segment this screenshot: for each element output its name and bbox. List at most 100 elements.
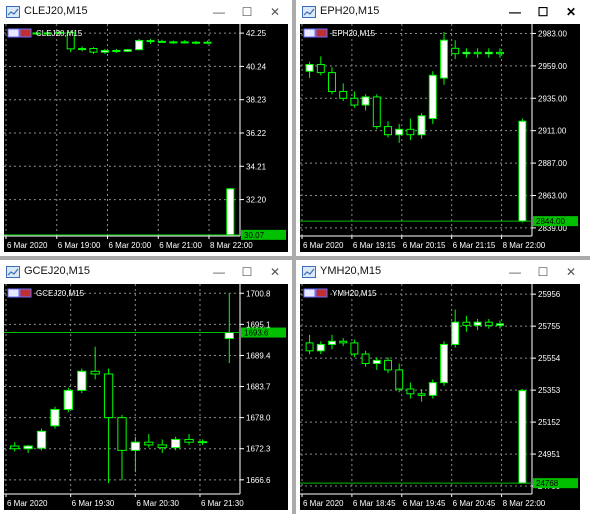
time-tick-label: 6 Mar 2020	[7, 499, 48, 508]
candle-body	[395, 369, 404, 390]
candle-body	[518, 120, 527, 222]
minimize-button[interactable]: —	[504, 3, 526, 21]
candle	[63, 387, 74, 413]
minimize-button[interactable]: —	[208, 263, 230, 281]
candle-body	[473, 321, 482, 326]
candle-body	[50, 408, 60, 427]
window-title: GCEJ20,M15	[24, 265, 91, 277]
maximize-button[interactable]: ☐	[236, 3, 258, 21]
time-tick-label: 6 Mar 19:15	[353, 241, 396, 250]
current-price-label: 2844.00	[536, 217, 565, 226]
chart-window-clej20[interactable]: CLEJ20,M15 — ☐ ✕ 42.25 40.24 38.23 36.22 34.…	[0, 0, 292, 256]
chart-area[interactable]: 1700.8 1695.1 1689.4 1683.7 1678.0 1672.3 1666…	[4, 284, 288, 510]
candle-body	[112, 50, 121, 52]
candle-body	[496, 323, 504, 326]
candle	[36, 428, 47, 451]
candle-body	[372, 96, 381, 128]
candle-body	[406, 128, 415, 136]
candle	[417, 113, 426, 139]
chart-area[interactable]: 2983.00 2959.00 2935.00 2911.00 2887.00 2863.…	[300, 24, 580, 252]
window-titlebar[interactable]: YMH20,M15 — ☐ ✕	[296, 260, 590, 284]
time-tick-label: 6 Mar 2020	[7, 241, 48, 250]
candle	[440, 341, 448, 386]
candlestick-chart: 42.25 40.24 38.23 36.22 34.21 32.20 6 Mar 2020…	[4, 24, 288, 252]
time-tick-label: 6 Mar 19:45	[403, 499, 446, 508]
close-button[interactable]: ✕	[264, 263, 286, 281]
candle-body	[473, 51, 482, 55]
candle-body	[417, 393, 426, 396]
candle	[135, 38, 144, 51]
candle-body	[184, 438, 194, 443]
candle	[77, 368, 87, 394]
candle-body	[350, 97, 359, 106]
close-button[interactable]: ✕	[560, 263, 582, 281]
candle-body	[384, 359, 392, 371]
candle-body	[451, 47, 460, 55]
window-titlebar[interactable]: EPH20,M15 — ☐ ✕	[296, 0, 590, 24]
time-tick-label: 6 Mar 2020	[303, 499, 344, 508]
candle-body	[23, 445, 33, 450]
chart-symbol-label: YMH20,M15	[332, 289, 377, 298]
candle-body	[203, 41, 212, 44]
candle-body	[316, 64, 325, 74]
price-tick-label: 2935.00	[538, 94, 567, 103]
price-tick-label: 24951	[538, 450, 561, 459]
candle-body	[135, 40, 144, 51]
chart-window-gcej20[interactable]: GCEJ20,M15 — ☐ ✕ 1700.8 1695.1 1689.4 1683.…	[0, 260, 292, 514]
chart-window-eph20[interactable]: EPH20,M15 — ☐ ✕ 2983.00 2959.00 2935.00 291…	[296, 0, 590, 256]
minimize-button[interactable]: —	[208, 3, 230, 21]
price-tick-label: 38.23	[246, 96, 267, 105]
candle	[226, 187, 235, 236]
chart-symbol-label: GCEJ20,M15	[36, 289, 85, 298]
candle-body	[328, 72, 336, 93]
candle-body	[192, 41, 201, 44]
close-button[interactable]: ✕	[264, 3, 286, 21]
window-titlebar[interactable]: CLEJ20,M15 — ☐ ✕	[0, 0, 292, 24]
price-tick-label: 1672.3	[246, 445, 271, 454]
price-tick-label: 42.25	[246, 29, 267, 38]
price-tick-label: 2887.00	[538, 159, 567, 168]
candlestick-chart: 2983.00 2959.00 2935.00 2911.00 2887.00 2863.…	[300, 24, 580, 252]
time-tick-label: 6 Mar 21:30	[201, 499, 244, 508]
chart-window-icon	[6, 6, 20, 18]
close-button[interactable]: ✕	[560, 3, 582, 21]
candle-body	[10, 445, 20, 450]
chart-window-icon	[6, 266, 20, 278]
chart-window-icon	[302, 6, 316, 18]
price-tick-label: 1700.8	[246, 289, 271, 298]
candle-body	[440, 343, 448, 384]
symbol-icon	[303, 28, 328, 38]
symbol-icon	[303, 288, 328, 298]
time-tick-label: 8 Mar 22:00	[503, 241, 546, 250]
chart-area[interactable]: 259562575525554253532515224951247506 Mar…	[300, 284, 580, 510]
candlestick-chart: 259562575525554253532515224951247506 Mar…	[300, 284, 580, 510]
maximize-button[interactable]: ☐	[236, 263, 258, 281]
candle-body	[462, 321, 471, 326]
candle-body	[328, 340, 336, 345]
candle	[428, 379, 437, 399]
price-tick-label: 2959.00	[538, 62, 567, 71]
chart-symbol-label: EPH20,M15	[332, 29, 376, 38]
price-tick-label: 32.20	[246, 196, 267, 205]
price-tick-label: 34.21	[246, 162, 267, 171]
time-tick-label: 6 Mar 2020	[303, 241, 344, 250]
candle	[123, 48, 132, 53]
candle-body	[226, 188, 235, 236]
candle-body	[428, 382, 437, 396]
current-price-label: 1693.6	[244, 329, 269, 338]
candle-body	[406, 388, 415, 395]
candle-body	[103, 373, 114, 419]
price-tick-label: 1689.4	[246, 351, 271, 360]
chart-background	[4, 24, 288, 252]
price-tick-label: 1678.0	[246, 414, 271, 423]
candle	[50, 406, 60, 429]
symbol-icon	[7, 288, 32, 298]
window-titlebar[interactable]: GCEJ20,M15 — ☐ ✕	[0, 260, 292, 284]
chart-area[interactable]: 42.25 40.24 38.23 36.22 34.21 32.20 6 Mar 2020…	[4, 24, 288, 252]
minimize-button[interactable]: —	[504, 263, 526, 281]
maximize-button[interactable]: ☐	[532, 3, 554, 21]
maximize-button[interactable]: ☐	[532, 263, 554, 281]
chart-window-ymh20[interactable]: YMH20,M15 — ☐ ✕ 25956 25755 25554 25353 2515…	[296, 260, 590, 514]
candle-body	[339, 91, 348, 99]
price-tick-label: 25554	[538, 354, 561, 363]
